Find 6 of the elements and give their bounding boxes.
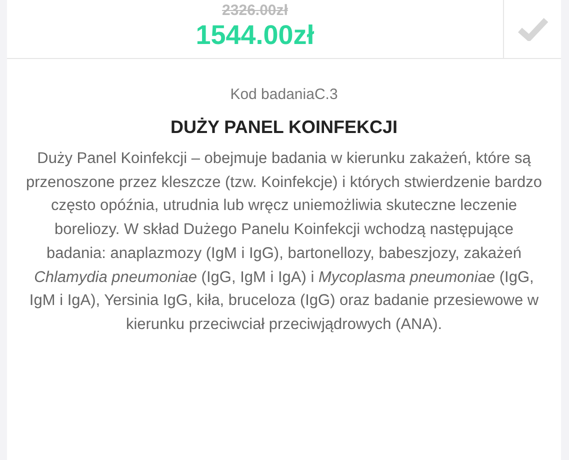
test-description: Duży Panel Koinfekcji – obejmuje badania w kierunku zakażeń, które są przenoszone przez kleszcze (tzw. Koinfekcje) i których stwierdzenie bardzo często opóźnia, utrudnia lub wręcz uniemożliwia skuteczne leczenie boreliozy. W skład Dużego Panelu Koinfekcji wchodzą następujące badania: anaplazmozy (IgM i IgG), bartonellozy, babeszjozy, zakażeń Chlamydia pneumoniae (IgG, IgM i IgA) i Mycoplasma pneumoniae (IgG, IgM i IgA), Yersinia IgG, kiła, bruceloza (IgG) oraz badanie przesiewowe w kierunku przeciwciał przeciwjądrowych (ANA). xyxy=(25,149,543,335)
checkmark-icon xyxy=(518,17,548,41)
current-price: 1544.00zł xyxy=(196,20,314,50)
test-code: Kod badaniaC.3 xyxy=(230,85,338,105)
old-price: 2326.00zł xyxy=(222,2,288,20)
test-title: DUŻY PANEL KOINFEKCJI xyxy=(170,116,398,139)
